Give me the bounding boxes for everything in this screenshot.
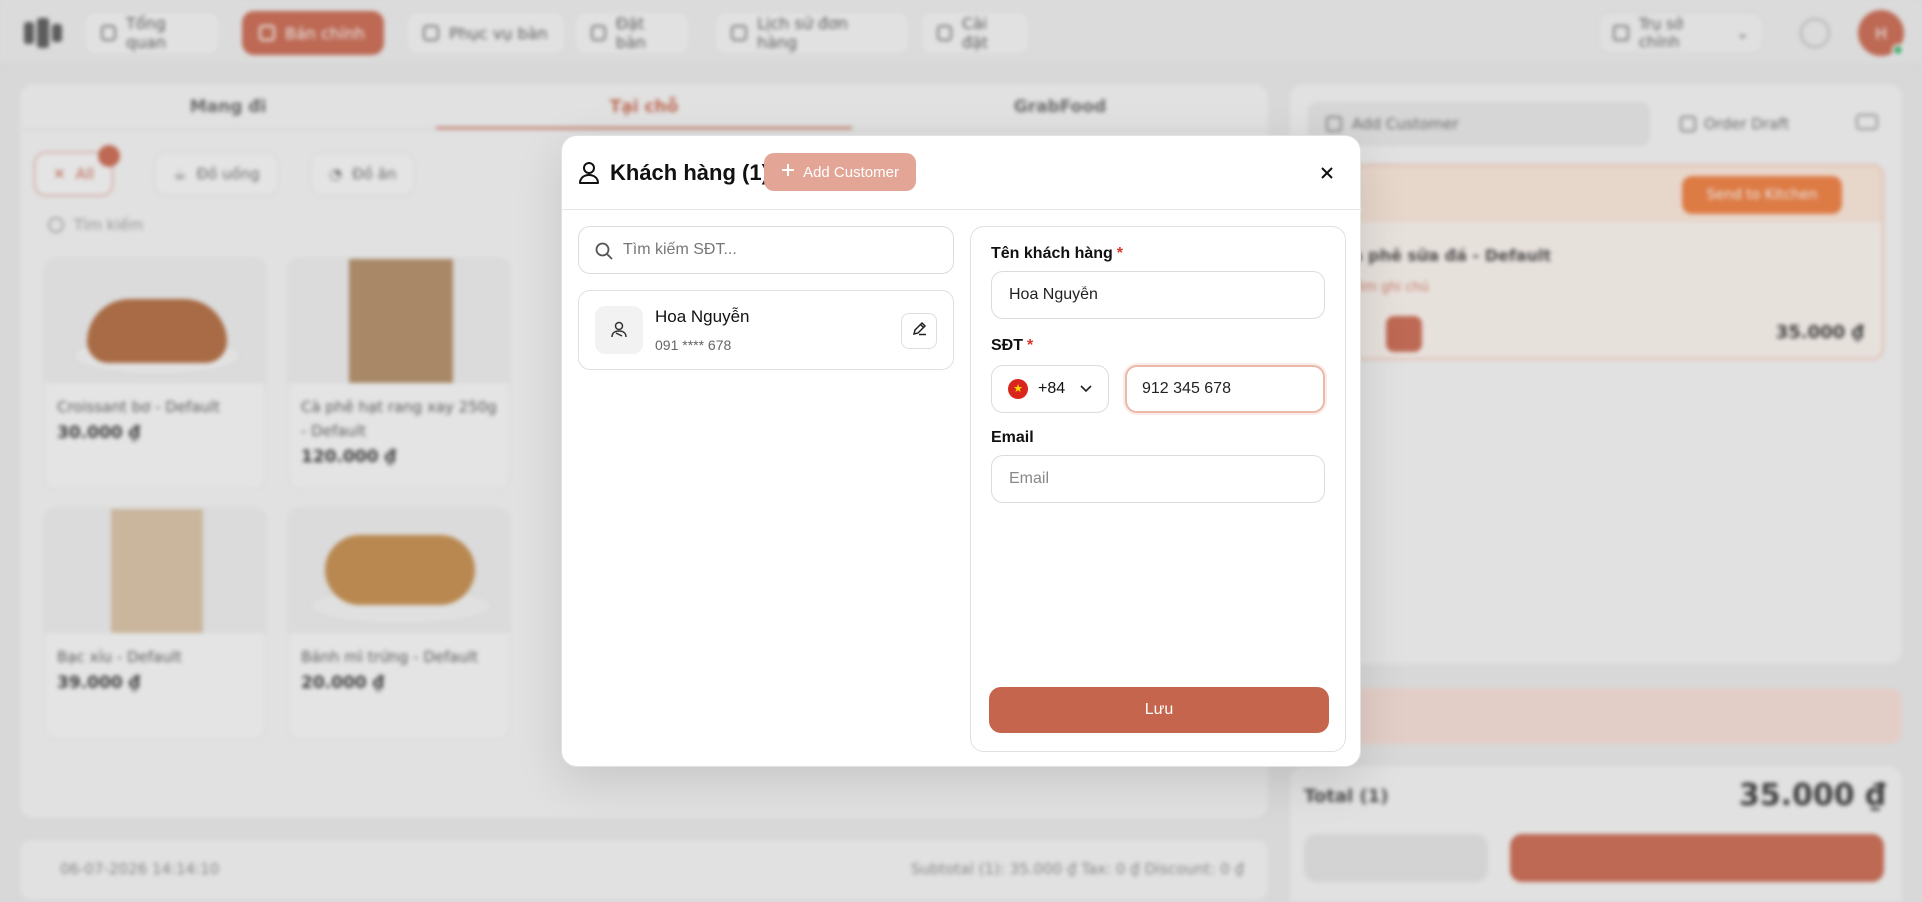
required-mark: * [1027,337,1034,354]
close-icon[interactable] [1314,160,1340,186]
customer-name-field[interactable] [991,271,1325,319]
customer-phone: 091 **** 678 [655,337,732,353]
save-button[interactable]: Lưu [989,687,1329,733]
country-code-select[interactable]: ★ +84 [991,365,1109,413]
required-mark: * [1116,245,1124,262]
name-label: Tên khách hàng * [991,245,1124,262]
vietnam-flag-icon: ★ [1008,379,1028,399]
customer-list-item[interactable]: Hoa Nguyễn 091 **** 678 [578,290,954,370]
add-customer-button[interactable]: Add Customer [764,153,916,191]
edit-customer-button[interactable] [901,313,937,349]
phone-field[interactable] [1125,365,1325,413]
customer-search [578,226,954,274]
email-field[interactable] [991,455,1325,503]
email-label: Email [991,429,1034,446]
chevron-down-icon [1080,380,1092,398]
search-icon [595,242,613,265]
customer-search-input[interactable] [623,227,943,273]
customer-avatar-icon [595,306,643,354]
customer-list-panel: Hoa Nguyễn 091 **** 678 [578,226,954,370]
customer-modal: Khách hàng (1) Add Customer Hoa Nguyễn 0… [561,135,1362,767]
modal-title: Khách hàng (1) [610,160,769,185]
customer-name: Hoa Nguyễn [655,307,750,326]
phone-label: SĐT * [991,337,1034,354]
pencil-icon [912,321,927,341]
plus-icon [781,163,795,181]
user-icon [578,161,600,190]
modal-header: Khách hàng (1) Add Customer [562,136,1362,210]
customer-form: Tên khách hàng* SĐT* ★ +84 Email Lưu [970,226,1346,752]
